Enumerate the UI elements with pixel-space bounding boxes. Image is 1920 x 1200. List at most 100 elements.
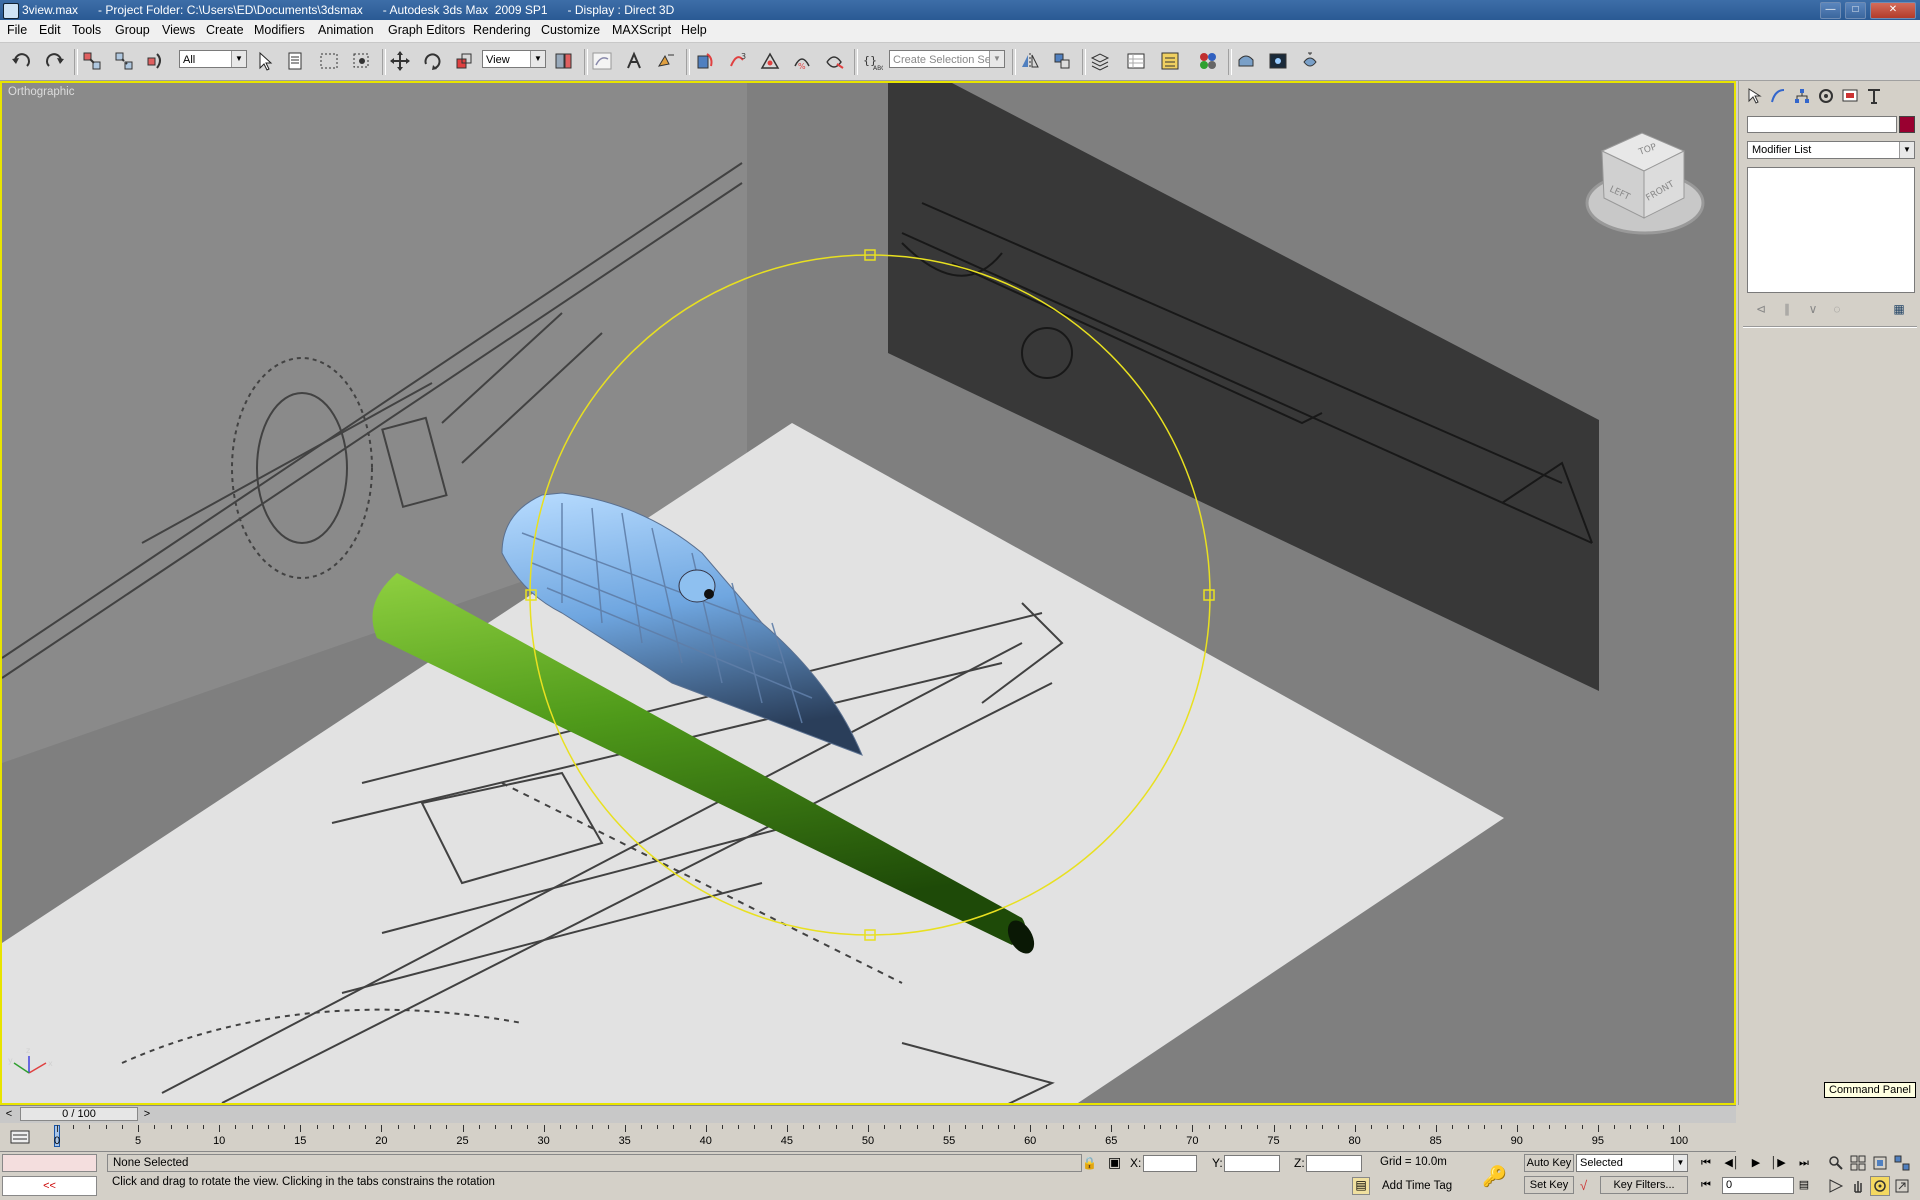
menu-rendering[interactable]: Rendering [473,23,531,37]
time-slider[interactable]: < 0 / 100 > [0,1105,1736,1123]
angle-snap-icon[interactable] [694,49,718,73]
create-selection-set-dropdown[interactable]: Create Selection Set ▼ [889,50,1005,68]
make-unique-icon[interactable]: ∨ [1803,299,1823,319]
object-name-field[interactable] [1747,116,1897,133]
mini-curve-editor-icon[interactable] [10,1129,30,1145]
menu-help[interactable]: Help [681,23,707,37]
maxscript-listener-button[interactable]: << [2,1176,97,1196]
menu-create[interactable]: Create [206,23,244,37]
x-coordinate-field[interactable] [1143,1155,1197,1172]
time-prev-icon[interactable]: < [2,1107,16,1121]
add-time-tag[interactable]: Add Time Tag [1382,1180,1452,1192]
current-frame-field[interactable]: 0 [1722,1177,1794,1194]
menu-edit[interactable]: Edit [39,23,61,37]
3d-snap-icon[interactable] [654,49,678,73]
redo-icon[interactable] [42,49,66,73]
time-configuration-icon[interactable]: ▤ [1794,1176,1814,1194]
select-by-name-icon[interactable] [284,49,308,73]
arc-rotate-icon[interactable] [1870,1176,1890,1196]
render-setup-icon[interactable] [1234,49,1258,73]
percent-snap-icon[interactable]: 3 [726,49,750,73]
material-editor-icon[interactable] [1196,49,1220,73]
menu-graph-editors[interactable]: Graph Editors [388,23,465,37]
object-color-swatch[interactable] [1899,116,1915,133]
window-crossing-icon[interactable] [350,49,374,73]
create-tab-icon[interactable] [1743,85,1765,107]
viewport-label[interactable]: Orthographic [8,86,74,98]
set-key-button[interactable]: Set Key [1524,1176,1574,1194]
spinner-snap-icon[interactable] [758,49,782,73]
menu-modifiers[interactable]: Modifiers [254,23,305,37]
bind-to-space-warp-icon[interactable] [144,49,168,73]
scale-icon[interactable] [452,49,476,73]
go-to-start-icon[interactable]: ⏮ [1696,1154,1716,1172]
selection-filter-dropdown[interactable]: All ▼ [179,50,247,68]
viewport-orthographic[interactable]: TOP LEFT FRONT x z y Orthographic [0,81,1736,1105]
minimize-button[interactable]: — [1820,2,1841,19]
key-mode-dropdown[interactable]: Selected ▼ [1576,1154,1688,1172]
mirror-icon[interactable] [1018,49,1042,73]
field-of-view-icon[interactable] [1826,1176,1846,1196]
play-icon[interactable]: ▶ [1746,1154,1766,1172]
maximize-viewport-icon[interactable] [1892,1176,1912,1196]
track-bar[interactable]: 0 5 10 15 20 25 30 35 40 45 50 55 60 65 70 75 80 85 90 95 10… [0,1123,1736,1152]
named-selection-sets-icon[interactable]: {}ABC [860,49,884,73]
menu-file[interactable]: File [7,23,27,37]
next-frame-icon[interactable]: │▶ [1768,1154,1788,1172]
modifier-list-dropdown[interactable]: Modifier List ▼ [1747,141,1915,159]
pin-stack-icon[interactable]: ⊲ [1751,299,1771,319]
zoom-extents-icon[interactable] [1870,1153,1890,1173]
configure-modifier-sets-icon[interactable]: ▦ [1889,299,1909,319]
menu-tools[interactable]: Tools [72,23,101,37]
menu-group[interactable]: Group [115,23,150,37]
rotate-icon[interactable] [420,49,444,73]
y-coordinate-field[interactable] [1224,1155,1280,1172]
keyboard-shortcut-override-icon[interactable] [622,49,646,73]
remove-modifier-icon[interactable]: ◌ [1827,299,1847,319]
unlink-selection-icon[interactable] [112,49,136,73]
absolute-mode-icon[interactable]: ▣ [1108,1154,1121,1171]
set-key-mode-icon[interactable]: 🔑 [1482,1164,1507,1189]
menu-maxscript[interactable]: MAXScript [612,23,671,37]
modifier-stack[interactable] [1747,167,1915,293]
auto-key-button[interactable]: Auto Key [1524,1154,1574,1172]
previous-frame-icon[interactable]: ◀│ [1722,1154,1742,1172]
rendered-frame-window-icon[interactable] [1266,49,1290,73]
show-end-result-icon[interactable]: ∥ [1777,299,1797,319]
schematic-view-icon[interactable] [1158,49,1182,73]
close-button[interactable]: ✕ [1870,2,1916,19]
time-slider-thumb[interactable]: 0 / 100 [20,1107,138,1121]
app-icon[interactable] [3,3,19,19]
key-mode-toggle-icon[interactable]: ⏮ [1696,1176,1716,1194]
curve-editor-icon[interactable] [1124,49,1148,73]
render-production-icon[interactable] [1298,49,1322,73]
utilities-tab-icon[interactable] [1863,85,1885,107]
undo-icon[interactable] [10,49,34,73]
maximize-button[interactable]: □ [1845,2,1866,19]
zoom-all-icon[interactable] [1848,1153,1868,1173]
zoom-extents-all-icon[interactable] [1892,1153,1912,1173]
display-tab-icon[interactable] [1839,85,1861,107]
manipulate-icon[interactable] [590,49,614,73]
pan-view-icon[interactable] [1848,1176,1868,1196]
selection-lock-icon[interactable]: 🔒 [1082,1156,1097,1170]
go-to-end-icon[interactable]: ⏭ [1794,1154,1814,1172]
default-in-out-tangents-icon[interactable]: √ [1580,1178,1587,1193]
menu-views[interactable]: Views [162,23,195,37]
edit-named-selection-icon[interactable]: % [790,49,814,73]
rectangular-selection-icon[interactable] [317,49,341,73]
motion-tab-icon[interactable] [1815,85,1837,107]
time-next-icon[interactable]: > [140,1107,154,1121]
z-coordinate-field[interactable] [1306,1155,1362,1172]
align-icon[interactable] [1050,49,1074,73]
hierarchy-tab-icon[interactable] [1791,85,1813,107]
reference-coord-dropdown[interactable]: View ▼ [482,50,546,68]
select-and-link-icon[interactable] [80,49,104,73]
modify-tab-icon[interactable] [1767,85,1789,107]
menu-customize[interactable]: Customize [541,23,600,37]
maxscript-mini-listener[interactable] [2,1154,97,1172]
zoom-icon[interactable] [1826,1153,1846,1173]
layer-manager-icon[interactable] [1088,49,1112,73]
move-icon[interactable] [388,49,412,73]
pivot-center-icon[interactable] [552,49,576,73]
